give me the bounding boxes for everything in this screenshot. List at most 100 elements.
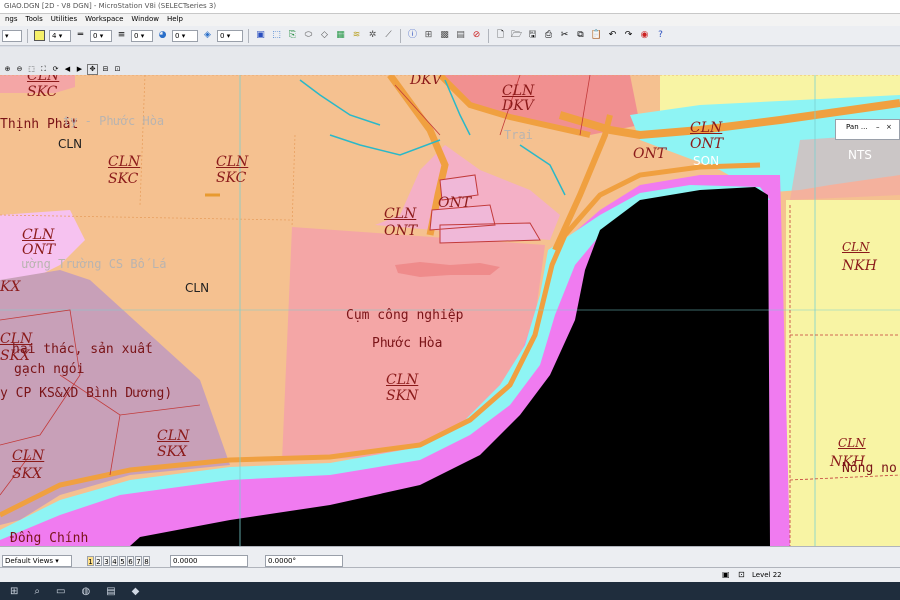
title-bar: GIAO.DGN [2D - V8 DGN] - MicroStation V8…: [0, 0, 900, 14]
manipulate-icon[interactable]: ⎘: [286, 29, 299, 42]
stream-2: [329, 134, 441, 156]
line-style-icon[interactable]: ═: [74, 29, 87, 42]
references-icon[interactable]: ⊞: [422, 29, 435, 42]
zoom-out-icon[interactable]: ⊖: [15, 65, 24, 74]
angle-field[interactable]: 0.0000°: [265, 555, 343, 567]
snap-icon[interactable]: ✲: [366, 29, 379, 42]
label-cong-ty: y CP KS&XD Bình Dương): [0, 386, 173, 401]
microstation-icon[interactable]: ◆: [132, 586, 140, 597]
place-shape-icon[interactable]: ◇: [318, 29, 331, 42]
style-select[interactable]: 0 ▾: [131, 29, 153, 42]
label-skc: SKC: [27, 84, 58, 100]
help-icon[interactable]: ?: [654, 29, 667, 42]
measure-icon[interactable]: ≋: [350, 29, 363, 42]
label-dkv: DKV: [502, 98, 534, 114]
label-nts: NTS: [848, 148, 872, 162]
view-button-7[interactable]: 7: [135, 556, 142, 566]
menu-tools[interactable]: Tools: [23, 14, 46, 26]
view-button-1[interactable]: 1: [87, 556, 94, 566]
label-phuoc-hoa: Phước Hòa: [372, 336, 443, 351]
undo-icon[interactable]: ↶: [606, 29, 619, 42]
transparency-icon[interactable]: ◕: [156, 29, 169, 42]
open-file-icon[interactable]: 🗁: [510, 29, 523, 42]
label-skx: KX: [0, 279, 21, 295]
x-coordinate-field[interactable]: 0.0000: [170, 555, 248, 567]
label-ont: ONT: [438, 195, 472, 211]
label-cln: CLN: [842, 240, 870, 254]
file-explorer-icon[interactable]: ▤: [106, 586, 115, 597]
weight-select[interactable]: 0 ▾: [90, 29, 112, 42]
view-button-4[interactable]: 4: [111, 556, 118, 566]
level-indicator: Level 22: [752, 571, 782, 579]
redo-icon[interactable]: ↷: [622, 29, 635, 42]
cut-icon[interactable]: ✂: [558, 29, 571, 42]
snap-status-icon[interactable]: ⊡: [738, 570, 745, 579]
no-display-icon[interactable]: ⊘: [470, 29, 483, 42]
new-file-icon[interactable]: 🗋: [494, 29, 507, 42]
map-canvas[interactable]: CLN SKC DKV CLN DKV CLN ONT SON NTS Thịn…: [0, 75, 900, 546]
line-weight-icon[interactable]: ≡: [115, 29, 128, 42]
task-view-icon[interactable]: ▭: [56, 586, 65, 597]
view-button-6[interactable]: 6: [127, 556, 134, 566]
view-next-icon[interactable]: ▶: [75, 65, 84, 74]
attributes-toolbar: ▾ 4 ▾ ═ 0 ▾ ≡ 0 ▾ ◕ 0 ▾ ◈ 0 ▾ ▣ ⬚ ⎘ ⬭ ◇ …: [0, 26, 900, 46]
start-icon[interactable]: ⊞: [10, 586, 18, 597]
view-group-select[interactable]: Default Views ▾: [2, 555, 72, 567]
paste-icon[interactable]: 📋: [590, 29, 603, 42]
pan-view-dialog[interactable]: Pan ... – ×: [835, 119, 900, 140]
pan-view-icon[interactable]: ✥: [87, 63, 98, 75]
view-previous-icon[interactable]: ◀: [63, 65, 72, 74]
menu-settings[interactable]: ngs: [2, 14, 21, 26]
place-cell-icon[interactable]: ▦: [334, 29, 347, 42]
label-cln: CLN: [185, 281, 210, 295]
menu-workspace[interactable]: Workspace: [82, 14, 126, 26]
level-select[interactable]: 4 ▾: [49, 29, 71, 42]
label-nong-no: Nông no: [842, 461, 897, 476]
view-button-3[interactable]: 3: [103, 556, 110, 566]
priority-icon[interactable]: ◈: [201, 29, 214, 42]
label-cln: CLN: [502, 83, 535, 99]
menu-bar: ngs Tools Utilities Workspace Window Hel…: [0, 14, 900, 26]
render-icon[interactable]: ◉: [638, 29, 651, 42]
browser-icon[interactable]: ◍: [81, 586, 90, 597]
zoom-in-icon[interactable]: ⊕: [3, 65, 12, 74]
window-area-icon[interactable]: ⬚: [27, 65, 36, 74]
search-icon[interactable]: ⌕: [34, 586, 40, 597]
print-icon[interactable]: ⎙: [542, 29, 555, 42]
copy-icon[interactable]: ⧉: [574, 29, 587, 42]
element-selection-icon[interactable]: ▣: [254, 29, 267, 42]
menu-utilities[interactable]: Utilities: [48, 14, 80, 26]
color-swatch-icon[interactable]: [33, 29, 46, 42]
lock-icon[interactable]: ▣: [722, 570, 730, 579]
menu-help[interactable]: Help: [164, 14, 186, 26]
close-icon[interactable]: ×: [886, 123, 892, 131]
rotate-view-icon[interactable]: ⟳: [51, 65, 60, 74]
label-skc: SKC: [216, 170, 247, 186]
toolbar-divider: [488, 28, 489, 43]
raster-icon[interactable]: ▩: [438, 29, 451, 42]
view-button-2[interactable]: 2: [95, 556, 102, 566]
label-son: SON: [693, 154, 720, 168]
label-dong-chinh: Đồng Chính: [10, 531, 89, 546]
toolbar-divider: [248, 28, 249, 43]
minimize-icon[interactable]: –: [876, 123, 880, 131]
menu-window[interactable]: Window: [128, 14, 162, 26]
view-button-8[interactable]: 8: [143, 556, 150, 566]
label-khai-thac: hai thác, sản xuất: [12, 342, 153, 357]
priority-select[interactable]: 0 ▾: [217, 29, 243, 42]
label-cln: CLN: [12, 448, 45, 464]
label-cln: CLN: [384, 206, 417, 222]
save-icon[interactable]: 🖫: [526, 29, 539, 42]
view-attributes-icon[interactable]: ⊟: [101, 65, 110, 74]
info-icon[interactable]: ⓘ: [406, 29, 419, 42]
display-style-icon[interactable]: ⊡: [113, 65, 122, 74]
color-select[interactable]: ▾: [2, 29, 22, 42]
modify-icon[interactable]: ⬭: [302, 29, 315, 42]
dimension-icon[interactable]: ⟋: [382, 29, 395, 42]
fit-view-icon[interactable]: ⛶: [39, 65, 48, 74]
label-phuoc-hoa-faded: ty - Phước Hòa: [63, 114, 165, 128]
transparency-select[interactable]: 0 ▾: [172, 29, 198, 42]
models-icon[interactable]: ▤: [454, 29, 467, 42]
fence-icon[interactable]: ⬚: [270, 29, 283, 42]
view-button-5[interactable]: 5: [119, 556, 126, 566]
